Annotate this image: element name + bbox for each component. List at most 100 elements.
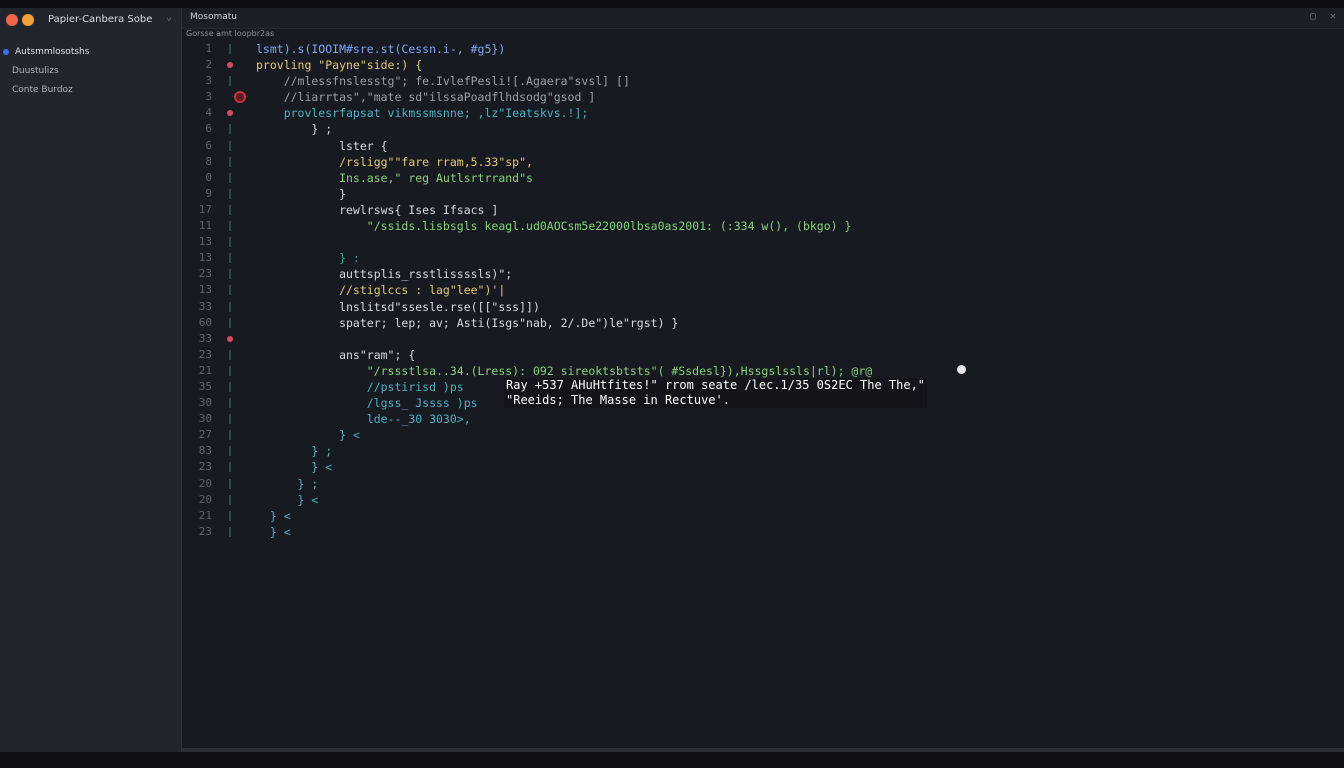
code-line[interactable]: 23 } < [182, 524, 1344, 540]
app-title: Papier-Canbera Sobe [48, 14, 153, 25]
code-line[interactable]: 3 //liarrtas","mate sd"ilssaPoadflhdsodg… [182, 89, 1344, 105]
gutter-indicator[interactable] [229, 172, 231, 183]
breakpoint-icon[interactable] [227, 62, 233, 69]
line-number: 30 [198, 396, 212, 410]
gutter-indicator[interactable] [229, 494, 231, 505]
square-icon[interactable]: ▢ [1310, 11, 1316, 22]
gutter-indicator[interactable] [229, 237, 231, 248]
gutter-indicator[interactable] [229, 221, 231, 232]
gutter-indicator[interactable] [229, 156, 231, 167]
gutter-indicator[interactable] [229, 430, 231, 441]
code-line[interactable]: 33 lnslitsd"ssesle.rse([["sss]]) [182, 299, 1344, 315]
gutter-indicator[interactable] [229, 526, 231, 537]
code-line[interactable]: 0 Ins.ase," reg Autlsrtrrand"s [182, 170, 1344, 186]
code-text: } ; [256, 444, 333, 459]
gutter-indicator[interactable] [229, 285, 231, 296]
code-line[interactable]: 13 [182, 234, 1344, 250]
line-number: 33 [198, 331, 212, 345]
code-line[interactable]: 83 } ; [182, 443, 1344, 459]
code-line[interactable]: 3 //mlessfnslesstg"; fe.IvlefPesli![.Aga… [182, 73, 1344, 89]
breakpoint-icon[interactable] [227, 335, 233, 342]
gutter-indicator[interactable] [229, 462, 231, 473]
line-number: 9 [205, 186, 212, 200]
chevron-down-icon[interactable]: ⌄ [166, 12, 172, 23]
code-line[interactable]: 17 rewlrsws{ Ises Ifsacs ] [182, 202, 1344, 218]
code-text: } < [256, 524, 291, 539]
line-number: 23 [198, 460, 212, 474]
line-number: 20 [198, 476, 212, 490]
breakpoint-icon[interactable] [227, 110, 233, 117]
gutter-indicator[interactable] [229, 204, 231, 215]
code-text: //pstirisd )ps [256, 379, 464, 394]
gutter-indicator[interactable] [229, 253, 231, 264]
code-line[interactable]: 60 spater; lep; av; Asti(Isgs"nab, 2/.De… [182, 315, 1344, 331]
code-line[interactable]: 9 } [182, 186, 1344, 202]
code-line[interactable]: 6 } ; [182, 121, 1344, 137]
line-number: 13 [198, 251, 212, 265]
code-line[interactable]: 20 } < [182, 492, 1344, 508]
gutter-indicator[interactable] [229, 414, 231, 425]
gutter-indicator[interactable] [229, 398, 231, 409]
gutter-indicator[interactable] [229, 446, 231, 457]
line-number: 83 [198, 444, 212, 458]
code-line[interactable]: 33 [182, 331, 1344, 347]
sidebar-item-1[interactable]: Duustulizs [0, 61, 181, 80]
sidebar-item-0[interactable]: Autsmmlosotshs [0, 42, 181, 61]
line-number: 4 [205, 106, 212, 120]
line-number: 13 [198, 235, 212, 249]
code-line[interactable]: 1 lsmt).s(IOOIM#sre.st(Cessn.i-, #g5}) [182, 41, 1344, 57]
tab-title[interactable]: Mosomatu [190, 12, 237, 22]
code-text: "/rssstlsa..34.(Lress): 092 sireoktsbtst… [256, 363, 873, 378]
code-text: lster { [256, 138, 388, 153]
code-editor[interactable]: 1 lsmt).s(IOOIM#sre.st(Cessn.i-, #g5}) 2 pr… [182, 41, 1344, 540]
code-text: lsmt).s(IOOIM#sre.st(Cessn.i-, #g5}) [256, 42, 506, 56]
code-text: } < [256, 460, 333, 475]
code-line[interactable]: 13 //stiglccs : lag"lee")'| [182, 282, 1344, 298]
code-line[interactable]: 13 } : [182, 250, 1344, 266]
sidebar-item-2[interactable]: Conte Burdoz [0, 80, 181, 99]
code-line[interactable]: 8 /rsligg""fare rram,5.33"sp", [182, 154, 1344, 170]
code-line[interactable]: 30 lde--_30 3030>, [182, 411, 1344, 427]
code-line[interactable]: 23 } < [182, 459, 1344, 475]
tab-bar: Mosomatu ▢ ✕ [182, 8, 1344, 29]
gutter-indicator[interactable] [229, 381, 231, 392]
code-text: Ins.ase," reg Autlsrtrrand"s [256, 170, 533, 185]
code-line[interactable]: 21 } < [182, 508, 1344, 524]
gutter-indicator[interactable] [229, 301, 231, 312]
code-line[interactable]: 23 auttsplis_rsstlissssls)"; [182, 266, 1344, 282]
close-icon[interactable]: ✕ [1330, 11, 1336, 22]
sidebar-item-label: Autsmmlosotshs [15, 46, 90, 57]
code-line[interactable]: 6 lster { [182, 138, 1344, 154]
code-line[interactable]: 20 } ; [182, 476, 1344, 492]
code-text: //liarrtas","mate sd"ilssaPoadflhdsodg"g… [256, 90, 596, 105]
code-line[interactable]: 27 } < [182, 427, 1344, 443]
gutter-indicator[interactable] [229, 188, 231, 199]
code-text: /rsligg""fare rram,5.33"sp", [256, 154, 533, 169]
code-line[interactable]: 11 "/ssids.lisbsgls keagl.ud0AOCsm5e2200… [182, 218, 1344, 234]
code-line[interactable]: 4 provlesrfapsat vikmssmsnne; ,lz"Ieatsk… [182, 105, 1344, 121]
gutter-indicator[interactable] [229, 76, 231, 87]
gutter-indicator[interactable] [229, 365, 231, 376]
gutter-indicator[interactable] [229, 44, 231, 54]
code-line[interactable]: 2 provling "Payne"side:) { [182, 57, 1344, 73]
code-line[interactable]: 21 "/rssstlsa..34.(Lress): 092 sireoktsb… [182, 363, 1344, 379]
gutter-indicator[interactable] [229, 124, 231, 135]
line-number: 20 [198, 492, 212, 506]
code-line[interactable]: 23 ans"ram"; { [182, 347, 1344, 363]
gutter-indicator[interactable] [229, 269, 231, 280]
line-number: 21 [198, 508, 212, 522]
code-text: } ; [256, 476, 319, 491]
gutter-indicator[interactable] [229, 140, 231, 151]
minimize-window-icon[interactable] [22, 14, 34, 26]
hover-tooltip: Ray +537 AHuHtfites!" rrom seate /lec.1/… [504, 378, 928, 408]
close-window-icon[interactable] [6, 14, 18, 26]
breakpoint-active-icon[interactable] [234, 91, 246, 104]
gutter-indicator[interactable] [229, 349, 231, 360]
gutter-indicator[interactable] [229, 510, 231, 521]
code-text: } [256, 186, 347, 201]
sidebar: Papier-Canbera Sobe ⌄ Autsmmlosotshs Duu… [0, 8, 182, 752]
gutter-indicator[interactable] [229, 478, 231, 489]
tooltip-line-1: Ray +537 AHuHtfites!" rrom seate /lec.1/… [506, 378, 926, 392]
line-number: 60 [198, 315, 212, 329]
gutter-indicator[interactable] [229, 317, 231, 328]
